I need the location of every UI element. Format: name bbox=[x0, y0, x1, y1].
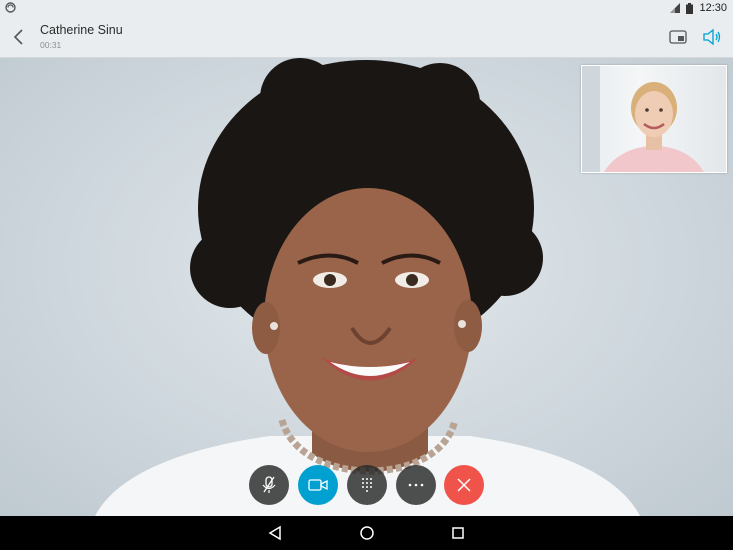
battery-icon bbox=[686, 2, 694, 14]
more-button[interactable] bbox=[396, 465, 436, 505]
status-time: 12:30 bbox=[699, 2, 727, 14]
self-participant-image bbox=[582, 66, 704, 172]
status-bar: 12:30 bbox=[0, 0, 733, 18]
self-video-preview[interactable] bbox=[581, 65, 727, 173]
microphone-muted-icon bbox=[262, 476, 276, 493]
nav-back-icon[interactable] bbox=[266, 524, 284, 542]
mute-button[interactable] bbox=[249, 465, 289, 505]
call-header: Catherine Sinu 00:31 bbox=[0, 18, 733, 58]
sync-icon bbox=[5, 2, 16, 13]
dialpad-button[interactable] bbox=[347, 465, 387, 505]
call-controls bbox=[0, 465, 733, 505]
navigation-bar bbox=[0, 516, 733, 550]
dialpad-icon bbox=[362, 478, 372, 492]
end-call-button[interactable] bbox=[444, 465, 484, 505]
nav-recents-icon[interactable] bbox=[449, 524, 467, 542]
speaker-icon[interactable] bbox=[701, 26, 723, 48]
nav-home-icon[interactable] bbox=[358, 524, 376, 542]
video-camera-icon bbox=[308, 479, 328, 491]
picture-in-picture-icon[interactable] bbox=[667, 26, 689, 48]
close-icon bbox=[457, 478, 471, 492]
more-dots-icon bbox=[408, 483, 424, 487]
back-arrow-icon[interactable] bbox=[9, 26, 31, 48]
signal-icon bbox=[670, 3, 681, 13]
caller-name: Catherine Sinu bbox=[40, 23, 123, 37]
call-timer: 00:31 bbox=[40, 40, 62, 50]
video-button[interactable] bbox=[298, 465, 338, 505]
